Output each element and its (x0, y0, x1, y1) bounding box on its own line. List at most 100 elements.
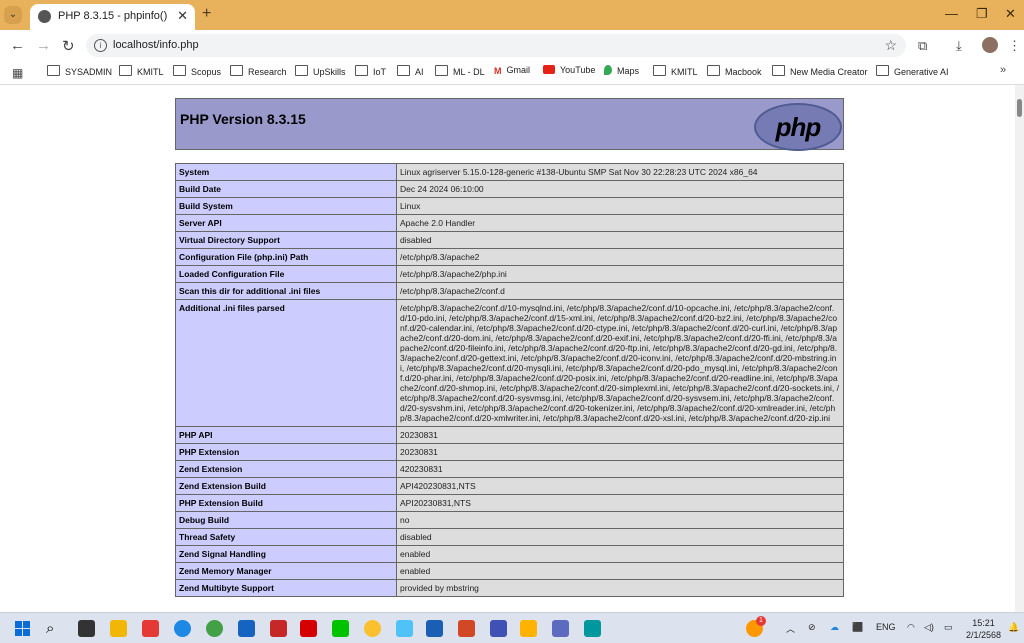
app-icon[interactable] (270, 620, 287, 637)
menu-icon[interactable]: ⋮ (1008, 38, 1021, 54)
back-button[interactable]: ← (10, 37, 25, 54)
table-row: Server API Apache 2.0 Handler (175, 214, 844, 232)
close-icon[interactable]: ✕ (177, 8, 188, 24)
restore-button[interactable]: ❐ (976, 6, 988, 22)
row-key: Zend Multibyte Support (175, 579, 397, 597)
browser-tab[interactable]: PHP 8.3.15 - phpinfo() ✕ (30, 4, 195, 30)
chrome-icon[interactable] (206, 620, 223, 637)
notification-bell-icon[interactable]: 🔔 (1008, 622, 1019, 633)
bookmark-folder[interactable]: IoT (355, 65, 386, 77)
folder-icon (707, 65, 720, 76)
row-value: disabled (396, 528, 844, 546)
new-tab-button[interactable]: + (202, 5, 211, 23)
file-explorer-icon[interactable] (110, 620, 127, 637)
tab-search-button[interactable]: ⌄ (4, 6, 22, 24)
app-icon[interactable] (142, 620, 159, 637)
address-bar[interactable]: i localhost/info.php ☆ (86, 34, 906, 57)
tab-title: PHP 8.3.15 - phpinfo() (58, 10, 168, 22)
window-close-button[interactable]: ✕ (1005, 6, 1016, 22)
bookmark-folder[interactable]: UpSkills (295, 65, 346, 77)
bookmark-youtube[interactable]: YouTube (543, 65, 595, 75)
youtube-icon (543, 65, 555, 74)
download-icon[interactable]: ⤓ (956, 38, 962, 54)
bookmark-star-icon[interactable]: ☆ (884, 37, 897, 54)
app-icon[interactable] (520, 620, 537, 637)
forward-button[interactable]: → (36, 37, 51, 54)
bookmark-folder[interactable]: Macbook (707, 65, 762, 77)
row-value: 20230831 (396, 426, 844, 444)
windows-start-icon[interactable] (15, 621, 31, 637)
language-indicator[interactable]: ENG (876, 622, 896, 632)
row-value: 20230831 (396, 443, 844, 461)
apps-grid-icon[interactable]: ▦ (12, 66, 23, 80)
row-value: Linux agriserver 5.15.0-128-generic #138… (396, 163, 844, 181)
folder-icon (397, 65, 410, 76)
folder-icon (47, 65, 60, 76)
php-logo: php (754, 103, 842, 151)
row-value: /etc/php/8.3/apache2 (396, 248, 844, 266)
row-key: Zend Memory Manager (175, 562, 397, 580)
notepad-icon[interactable] (396, 620, 413, 637)
more-bookmarks-icon[interactable]: » (1000, 64, 1006, 76)
volume-icon[interactable]: ◁) (924, 622, 934, 633)
reload-button[interactable]: ↻ (62, 37, 75, 55)
extensions-icon[interactable]: ⧉ (918, 38, 927, 54)
search-icon[interactable]: ⌕ (46, 620, 63, 637)
word-icon[interactable] (426, 620, 443, 637)
wifi-icon[interactable]: ◠ (907, 622, 915, 633)
bookmark-folder[interactable]: SYSADMIN (47, 65, 112, 77)
clock[interactable]: 15:21 2/1/2568 (966, 617, 1001, 641)
edge-icon[interactable] (174, 620, 191, 637)
bookmark-maps[interactable]: Maps (604, 65, 639, 76)
row-value: 420230831 (396, 460, 844, 478)
task-view-icon[interactable] (78, 620, 95, 637)
gmail-icon: M (494, 66, 502, 76)
battery-icon[interactable]: ▭ (944, 622, 953, 633)
bookmark-folder[interactable]: Scopus (173, 65, 221, 77)
bookmark-folder[interactable]: New Media Creator (772, 65, 868, 77)
site-info-icon[interactable]: i (94, 39, 107, 52)
row-value: enabled (396, 562, 844, 580)
bookmark-gmail[interactable]: M Gmail (494, 65, 530, 76)
tray-icon[interactable]: ⬛ (852, 622, 863, 633)
row-value: /etc/php/8.3/apache2/conf.d (396, 282, 844, 300)
bookmark-folder[interactable]: Research (230, 65, 287, 77)
arduino-icon[interactable] (584, 620, 601, 637)
row-value: enabled (396, 545, 844, 563)
row-value: Dec 24 2024 06:10:00 (396, 180, 844, 198)
onedrive-icon[interactable]: ☁ (830, 622, 839, 633)
globe-icon (38, 10, 51, 23)
tab-strip: ⌄ PHP 8.3.15 - phpinfo() ✕ + — ❐ ✕ (0, 0, 1024, 30)
bookmark-folder[interactable]: KMITL (119, 65, 164, 77)
profile-avatar[interactable] (982, 37, 998, 53)
folder-icon (119, 65, 132, 76)
table-row: Loaded Configuration File/etc/php/8.3/ap… (175, 265, 844, 283)
vertical-scrollbar[interactable] (1015, 85, 1024, 612)
table-row: Debug Build no (175, 511, 844, 529)
chevron-up-icon[interactable]: ︿ (786, 622, 795, 635)
chrome-icon[interactable] (364, 620, 381, 637)
table-row: Configuration File (php.ini) Path/etc/ph… (175, 248, 844, 266)
store-icon[interactable] (238, 620, 255, 637)
network-app-icon[interactable] (552, 620, 569, 637)
bookmark-folder[interactable]: KMITL (653, 65, 698, 77)
tray-icon[interactable]: ⊘ (808, 622, 816, 633)
row-key: PHP Extension Build (175, 494, 397, 512)
powerpoint-icon[interactable] (458, 620, 475, 637)
row-key: System (175, 163, 397, 181)
row-key: Zend Extension (175, 460, 397, 478)
bookmark-folder[interactable]: AI (397, 65, 424, 77)
folder-icon (653, 65, 666, 76)
table-row: Virtual Directory Support disabled (175, 231, 844, 249)
app-icon[interactable] (300, 620, 317, 637)
table-row: Build Date Dec 24 2024 06:10:00 (175, 180, 844, 198)
row-value: disabled (396, 231, 844, 249)
bookmark-folder[interactable]: ML - DL (435, 65, 485, 77)
row-key: PHP Extension (175, 443, 397, 461)
line-icon[interactable] (332, 620, 349, 637)
folder-icon (876, 65, 889, 76)
bookmark-folder[interactable]: Generative AI (876, 65, 949, 77)
app-icon[interactable] (490, 620, 507, 637)
scrollbar-thumb[interactable] (1017, 99, 1022, 117)
minimize-button[interactable]: — (945, 6, 958, 21)
